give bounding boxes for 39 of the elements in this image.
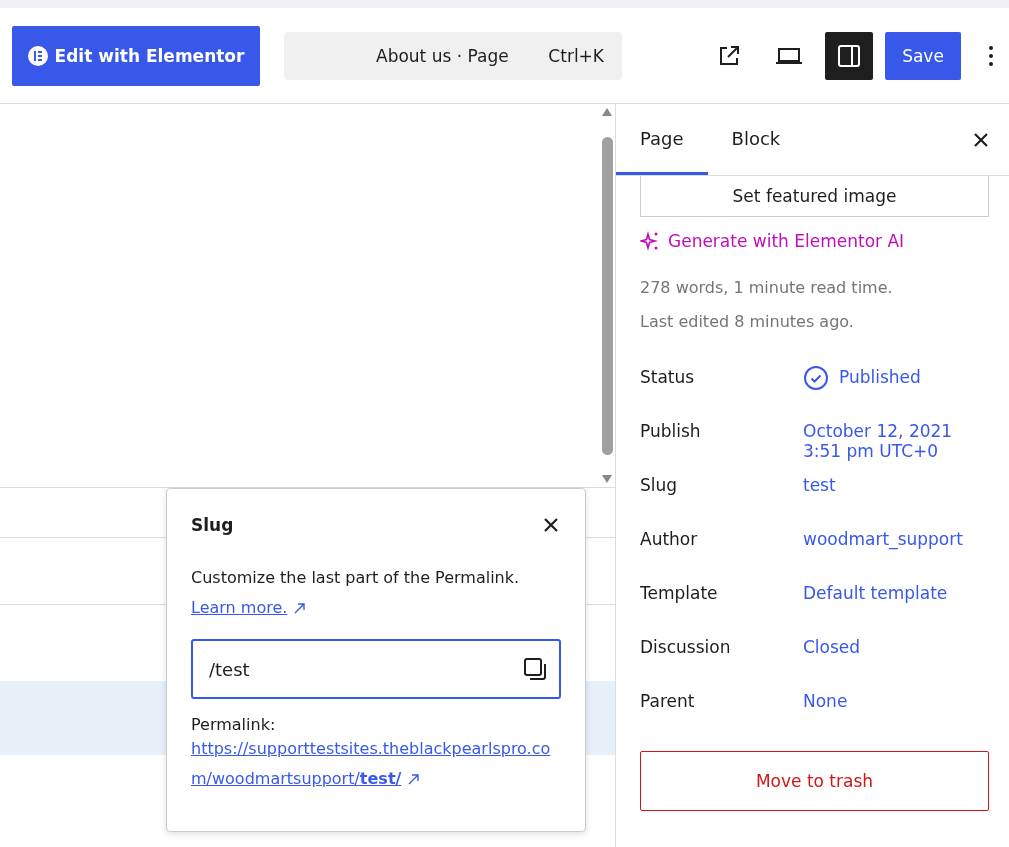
elementor-icon (27, 45, 48, 66)
field-value-link[interactable]: October 12, 2021 3:51 pm UTC+0 (803, 417, 989, 471)
status-link[interactable]: Published (839, 365, 921, 387)
scroll-down-icon[interactable] (602, 475, 612, 483)
external-arrow-icon (294, 603, 306, 614)
slug-input-field[interactable]: /test (191, 639, 561, 699)
field-label: Status (640, 366, 696, 389)
popover-title: Slug (191, 515, 234, 535)
page-stat-text: 278 words, 1 minute read time. (640, 277, 894, 299)
field-label: Slug (640, 474, 679, 497)
permalink-link[interactable]: https://supporttestsites.theblackpearlspro.com/woodmartsupport/test/ (191, 734, 561, 794)
scroll-up-icon[interactable] (602, 108, 612, 116)
move-to-trash-button[interactable]: Move to trash (640, 751, 989, 811)
check-circle-icon (803, 365, 829, 391)
learn-more-link[interactable]: Learn more. (191, 598, 288, 617)
sidebar-toggle-icon[interactable] (825, 31, 873, 80)
field-label: Parent (640, 690, 696, 713)
field-value-link[interactable]: None (803, 687, 989, 741)
field-label: Template (640, 582, 719, 605)
page-stat-text: Last edited 8 minutes ago. (640, 311, 855, 333)
field-value-link[interactable]: Closed (803, 633, 989, 687)
sidebar-tab[interactable]: Block (707, 104, 805, 175)
sparkle-icon (640, 231, 660, 251)
copy-icon[interactable] (523, 657, 547, 681)
edit-with-elementor-button[interactable]: Edit with Elementor (12, 25, 260, 86)
external-arrow-icon (408, 774, 420, 785)
generate-ai-link[interactable]: Generate with Elementor AI (640, 231, 989, 251)
field-label: Author (640, 528, 699, 551)
set-featured-image-button[interactable]: Set featured image (640, 176, 989, 217)
permalink-label: Permalink: (191, 715, 277, 734)
field-label: Publish (640, 420, 702, 443)
field-value-link[interactable]: Default template (803, 579, 989, 633)
field-label: Discussion (640, 636, 732, 659)
field-value-link[interactable]: woodmart_support (803, 525, 989, 579)
scrollbar-thumb[interactable] (601, 136, 613, 455)
save-button[interactable]: Save (885, 31, 961, 80)
description-text: Customize the last part of the Permalink. (191, 568, 520, 587)
command-palette-button[interactable]: About us · Page Ctrl+K (284, 31, 622, 80)
field-value-link[interactable]: test (803, 471, 989, 525)
